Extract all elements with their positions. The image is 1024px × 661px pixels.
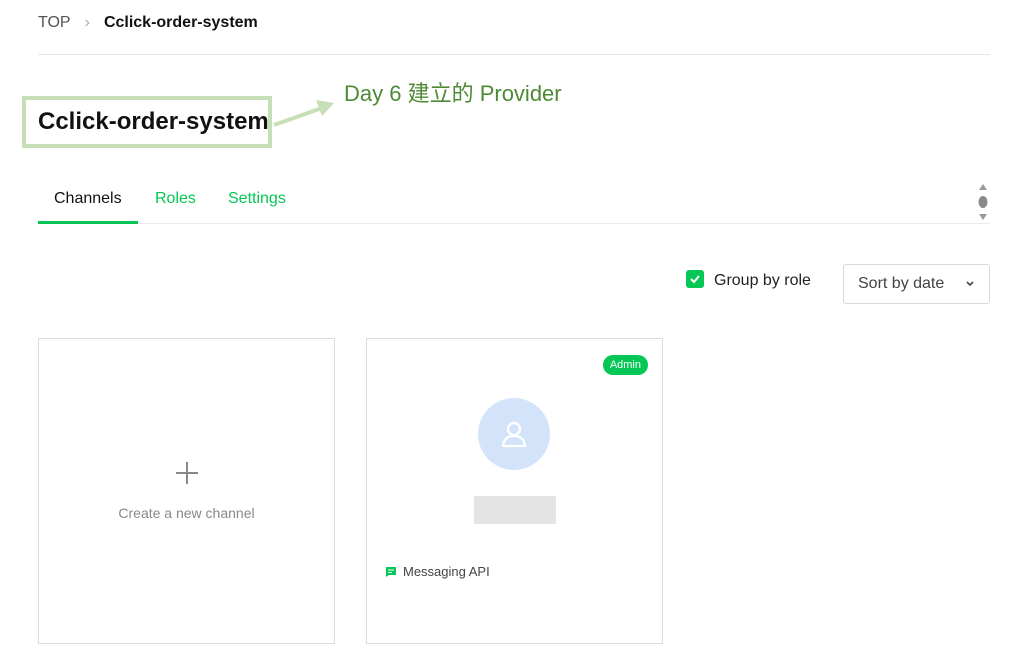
annotation-highlight-box: Cclick-order-system	[22, 96, 272, 148]
avatar	[478, 398, 550, 470]
group-by-role-toggle[interactable]: Group by role	[686, 270, 811, 290]
chat-icon	[386, 566, 396, 577]
tab-roles[interactable]: Roles	[155, 190, 196, 208]
active-tab-indicator	[38, 221, 138, 224]
role-badge: Admin	[602, 355, 648, 375]
create-channel-label: Create a new channel	[118, 505, 255, 521]
page-title: Cclick-order-system	[38, 108, 269, 135]
tab-settings[interactable]: Settings	[228, 190, 286, 208]
channel-card[interactable]: Admin Messaging API	[366, 338, 663, 644]
chevron-right-icon: ›	[84, 14, 90, 31]
breadcrumb: TOP › Cclick-order-system	[38, 13, 258, 33]
annotation-text: Day 6 建立的 Provider	[344, 81, 562, 106]
create-channel-card[interactable]: Create a new channel	[38, 338, 335, 644]
annotation-arrow-icon	[273, 100, 334, 127]
tab-channels[interactable]: Channels	[54, 190, 122, 208]
tab-bar: Channels Roles Settings	[38, 180, 990, 224]
header-divider	[38, 54, 990, 55]
check-icon	[690, 275, 700, 284]
breadcrumb-top-link[interactable]: TOP	[38, 14, 71, 32]
more-vertical-icon[interactable]	[976, 183, 990, 221]
channel-type-label: Messaging API	[403, 564, 490, 579]
user-icon	[501, 421, 527, 448]
breadcrumb-current: Cclick-order-system	[103, 14, 258, 31]
sort-select[interactable]: Sort by date	[843, 264, 990, 304]
group-by-role-checkbox[interactable]	[686, 270, 704, 288]
sort-select-value: Sort by date	[858, 275, 945, 292]
group-by-role-label: Group by role	[714, 272, 811, 289]
plus-icon	[176, 462, 198, 484]
channel-type: Messaging API	[385, 564, 490, 579]
chevron-down-icon	[966, 281, 974, 287]
channel-name-placeholder	[474, 496, 556, 524]
